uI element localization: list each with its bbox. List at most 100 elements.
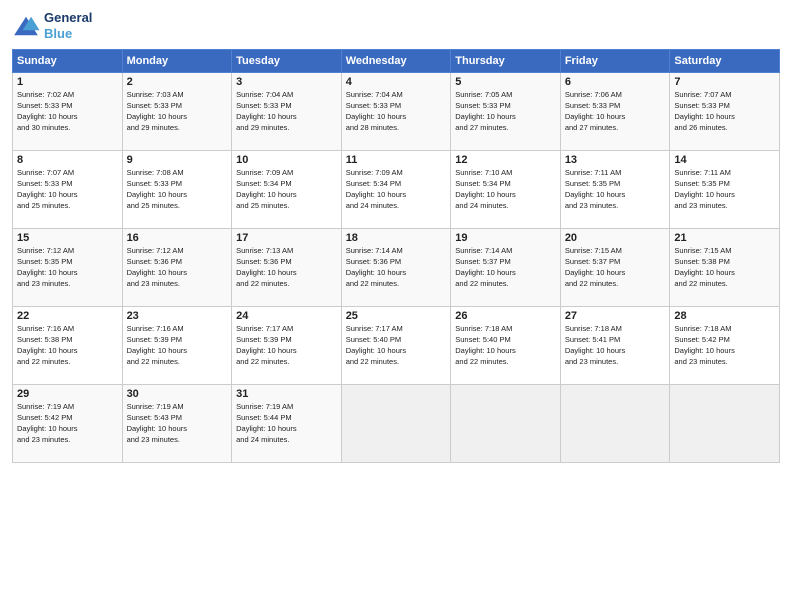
day-number: 8 xyxy=(17,154,118,166)
day-number: 5 xyxy=(455,76,556,88)
day-info: Sunrise: 7:10 AMSunset: 5:34 PMDaylight:… xyxy=(455,168,556,212)
day-header-thursday: Thursday xyxy=(451,50,561,73)
calendar-cell: 8 Sunrise: 7:07 AMSunset: 5:33 PMDaylight… xyxy=(13,151,123,229)
day-number: 6 xyxy=(565,76,666,88)
day-number: 29 xyxy=(17,388,118,400)
day-number: 1 xyxy=(17,76,118,88)
day-info: Sunrise: 7:18 AMSunset: 5:41 PMDaylight:… xyxy=(565,324,666,368)
day-number: 17 xyxy=(236,232,337,244)
day-number: 7 xyxy=(674,76,775,88)
day-info: Sunrise: 7:07 AMSunset: 5:33 PMDaylight:… xyxy=(17,168,118,212)
calendar-cell: 2 Sunrise: 7:03 AMSunset: 5:33 PMDaylight… xyxy=(122,73,232,151)
day-number: 11 xyxy=(346,154,447,166)
calendar-cell: 4 Sunrise: 7:04 AMSunset: 5:33 PMDaylight… xyxy=(341,73,451,151)
calendar-cell: 22 Sunrise: 7:16 AMSunset: 5:38 PMDayligh… xyxy=(13,307,123,385)
calendar-cell xyxy=(560,385,670,463)
calendar-week-1: 1 Sunrise: 7:02 AMSunset: 5:33 PMDaylight… xyxy=(13,73,780,151)
day-header-sunday: Sunday xyxy=(13,50,123,73)
day-header-friday: Friday xyxy=(560,50,670,73)
day-info: Sunrise: 7:02 AMSunset: 5:33 PMDaylight:… xyxy=(17,90,118,134)
calendar-week-5: 29 Sunrise: 7:19 AMSunset: 5:42 PMDayligh… xyxy=(13,385,780,463)
day-number: 30 xyxy=(127,388,228,400)
day-info: Sunrise: 7:05 AMSunset: 5:33 PMDaylight:… xyxy=(455,90,556,134)
day-info: Sunrise: 7:04 AMSunset: 5:33 PMDaylight:… xyxy=(346,90,447,134)
day-info: Sunrise: 7:11 AMSunset: 5:35 PMDaylight:… xyxy=(565,168,666,212)
day-info: Sunrise: 7:19 AMSunset: 5:43 PMDaylight:… xyxy=(127,402,228,446)
calendar-week-2: 8 Sunrise: 7:07 AMSunset: 5:33 PMDaylight… xyxy=(13,151,780,229)
calendar-week-3: 15 Sunrise: 7:12 AMSunset: 5:35 PMDayligh… xyxy=(13,229,780,307)
page: General Blue SundayMondayTuesdayWednesda… xyxy=(0,0,792,612)
day-number: 16 xyxy=(127,232,228,244)
day-info: Sunrise: 7:16 AMSunset: 5:39 PMDaylight:… xyxy=(127,324,228,368)
day-info: Sunrise: 7:17 AMSunset: 5:39 PMDaylight:… xyxy=(236,324,337,368)
calendar-cell: 15 Sunrise: 7:12 AMSunset: 5:35 PMDayligh… xyxy=(13,229,123,307)
calendar-cell: 1 Sunrise: 7:02 AMSunset: 5:33 PMDaylight… xyxy=(13,73,123,151)
calendar-cell: 17 Sunrise: 7:13 AMSunset: 5:36 PMDayligh… xyxy=(232,229,342,307)
calendar-cell: 11 Sunrise: 7:09 AMSunset: 5:34 PMDayligh… xyxy=(341,151,451,229)
day-number: 3 xyxy=(236,76,337,88)
calendar-cell: 31 Sunrise: 7:19 AMSunset: 5:44 PMDayligh… xyxy=(232,385,342,463)
calendar-cell xyxy=(670,385,780,463)
day-info: Sunrise: 7:14 AMSunset: 5:36 PMDaylight:… xyxy=(346,246,447,290)
calendar-cell: 30 Sunrise: 7:19 AMSunset: 5:43 PMDayligh… xyxy=(122,385,232,463)
calendar-cell: 25Sunrise: 7:17 AMSunset: 5:40 PMDayligh… xyxy=(341,307,451,385)
calendar-cell: 29 Sunrise: 7:19 AMSunset: 5:42 PMDayligh… xyxy=(13,385,123,463)
day-info: Sunrise: 7:13 AMSunset: 5:36 PMDaylight:… xyxy=(236,246,337,290)
calendar-cell: 28Sunrise: 7:18 AMSunset: 5:42 PMDayligh… xyxy=(670,307,780,385)
calendar-cell xyxy=(451,385,561,463)
day-number: 31 xyxy=(236,388,337,400)
calendar-cell: 21 Sunrise: 7:15 AMSunset: 5:38 PMDayligh… xyxy=(670,229,780,307)
calendar-cell: 23 Sunrise: 7:16 AMSunset: 5:39 PMDayligh… xyxy=(122,307,232,385)
day-info: Sunrise: 7:12 AMSunset: 5:35 PMDaylight:… xyxy=(17,246,118,290)
calendar-cell: 10 Sunrise: 7:09 AMSunset: 5:34 PMDayligh… xyxy=(232,151,342,229)
day-number: 9 xyxy=(127,154,228,166)
calendar-cell: 5 Sunrise: 7:05 AMSunset: 5:33 PMDaylight… xyxy=(451,73,561,151)
day-number: 4 xyxy=(346,76,447,88)
day-info: Sunrise: 7:12 AMSunset: 5:36 PMDaylight:… xyxy=(127,246,228,290)
day-number: 18 xyxy=(346,232,447,244)
day-number: 24 xyxy=(236,310,337,322)
calendar-cell: 20Sunrise: 7:15 AMSunset: 5:37 PMDayligh… xyxy=(560,229,670,307)
logo-icon xyxy=(12,15,40,37)
day-number: 25 xyxy=(346,310,447,322)
day-number: 10 xyxy=(236,154,337,166)
header: General Blue xyxy=(12,10,780,41)
day-info: Sunrise: 7:07 AMSunset: 5:33 PMDaylight:… xyxy=(674,90,775,134)
day-number: 22 xyxy=(17,310,118,322)
day-number: 26 xyxy=(455,310,556,322)
day-number: 21 xyxy=(674,232,775,244)
calendar-cell: 7 Sunrise: 7:07 AMSunset: 5:33 PMDaylight… xyxy=(670,73,780,151)
day-number: 15 xyxy=(17,232,118,244)
calendar-cell: 14 Sunrise: 7:11 AMSunset: 5:35 PMDayligh… xyxy=(670,151,780,229)
calendar-cell: 9Sunrise: 7:08 AMSunset: 5:33 PMDaylight… xyxy=(122,151,232,229)
calendar-cell: 19Sunrise: 7:14 AMSunset: 5:37 PMDayligh… xyxy=(451,229,561,307)
calendar-cell: 26 Sunrise: 7:18 AMSunset: 5:40 PMDayligh… xyxy=(451,307,561,385)
day-info: Sunrise: 7:15 AMSunset: 5:38 PMDaylight:… xyxy=(674,246,775,290)
day-info: Sunrise: 7:14 AMSunset: 5:37 PMDaylight:… xyxy=(455,246,556,290)
calendar-cell: 6 Sunrise: 7:06 AMSunset: 5:33 PMDaylight… xyxy=(560,73,670,151)
logo: General Blue xyxy=(12,10,92,41)
calendar-cell: 13Sunrise: 7:11 AMSunset: 5:35 PMDayligh… xyxy=(560,151,670,229)
day-info: Sunrise: 7:16 AMSunset: 5:38 PMDaylight:… xyxy=(17,324,118,368)
day-number: 23 xyxy=(127,310,228,322)
day-info: Sunrise: 7:03 AMSunset: 5:33 PMDaylight:… xyxy=(127,90,228,134)
day-number: 20 xyxy=(565,232,666,244)
logo-text: General Blue xyxy=(44,10,92,41)
day-number: 28 xyxy=(674,310,775,322)
day-info: Sunrise: 7:06 AMSunset: 5:33 PMDaylight:… xyxy=(565,90,666,134)
day-header-monday: Monday xyxy=(122,50,232,73)
day-info: Sunrise: 7:11 AMSunset: 5:35 PMDaylight:… xyxy=(674,168,775,212)
calendar-cell: 12Sunrise: 7:10 AMSunset: 5:34 PMDayligh… xyxy=(451,151,561,229)
day-info: Sunrise: 7:18 AMSunset: 5:40 PMDaylight:… xyxy=(455,324,556,368)
day-info: Sunrise: 7:19 AMSunset: 5:42 PMDaylight:… xyxy=(17,402,118,446)
day-number: 27 xyxy=(565,310,666,322)
day-number: 2 xyxy=(127,76,228,88)
day-header-saturday: Saturday xyxy=(670,50,780,73)
calendar-cell: 3 Sunrise: 7:04 AMSunset: 5:33 PMDaylight… xyxy=(232,73,342,151)
day-info: Sunrise: 7:09 AMSunset: 5:34 PMDaylight:… xyxy=(236,168,337,212)
day-info: Sunrise: 7:19 AMSunset: 5:44 PMDaylight:… xyxy=(236,402,337,446)
day-info: Sunrise: 7:09 AMSunset: 5:34 PMDaylight:… xyxy=(346,168,447,212)
day-info: Sunrise: 7:04 AMSunset: 5:33 PMDaylight:… xyxy=(236,90,337,134)
day-number: 14 xyxy=(674,154,775,166)
day-header-tuesday: Tuesday xyxy=(232,50,342,73)
